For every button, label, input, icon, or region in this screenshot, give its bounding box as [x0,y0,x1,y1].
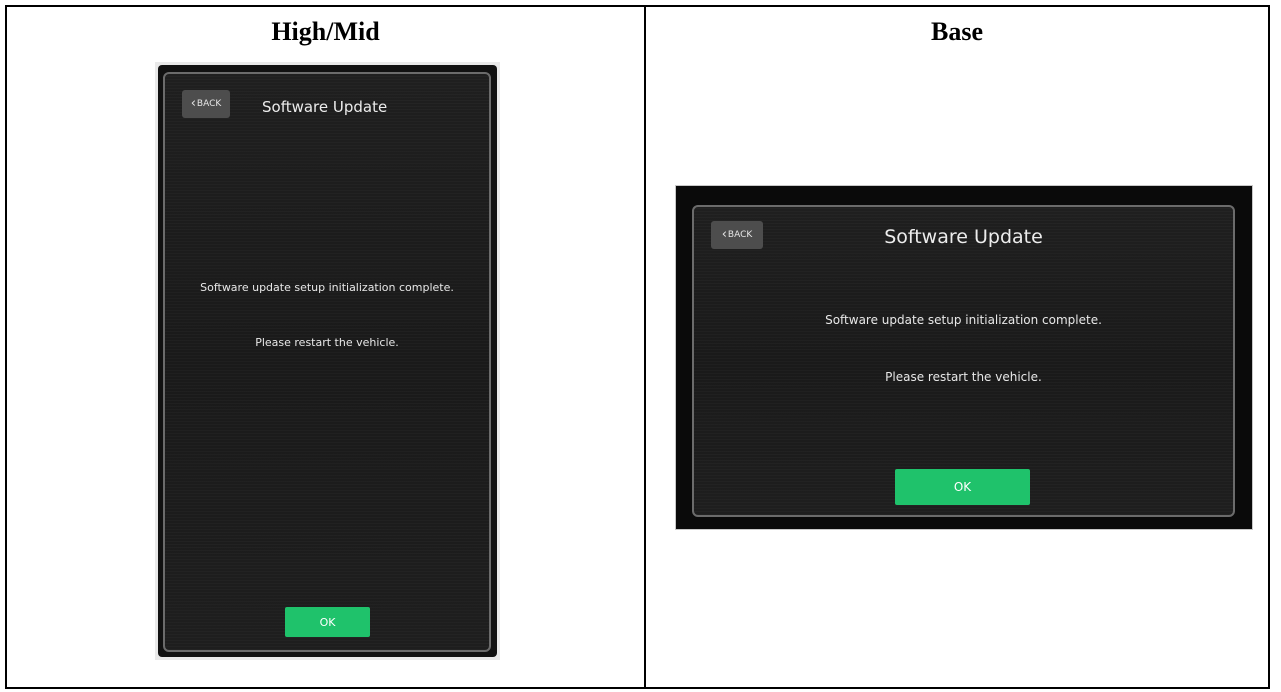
message-restart-vehicle: Please restart the vehicle. [885,370,1042,384]
message-restart-vehicle: Please restart the vehicle. [255,336,399,349]
dialog-title: Software Update [262,98,388,116]
message-initialization-complete: Software update setup initialization com… [200,281,454,294]
software-update-dialog: ‹ BACK Software Update Software update s… [692,205,1235,517]
column-heading-high-mid: High/Mid [271,17,380,46]
column-heading-base: Base [931,17,983,46]
software-update-dialog: ‹ BACK Software Update Software update s… [163,72,491,652]
ok-button[interactable]: OK [895,469,1030,505]
high-mid-screen: ‹ BACK Software Update Software update s… [155,62,500,660]
message-initialization-complete: Software update setup initialization com… [825,313,1102,327]
ok-button[interactable]: OK [285,607,370,637]
back-button-label: BACK [196,99,222,109]
base-screen: ‹ BACK Software Update Software update s… [675,185,1253,530]
dialog-title: Software Update [884,226,1043,248]
back-button[interactable]: ‹ BACK [182,90,230,118]
chevron-left-icon: ‹ [190,95,196,111]
column-divider [644,7,646,687]
